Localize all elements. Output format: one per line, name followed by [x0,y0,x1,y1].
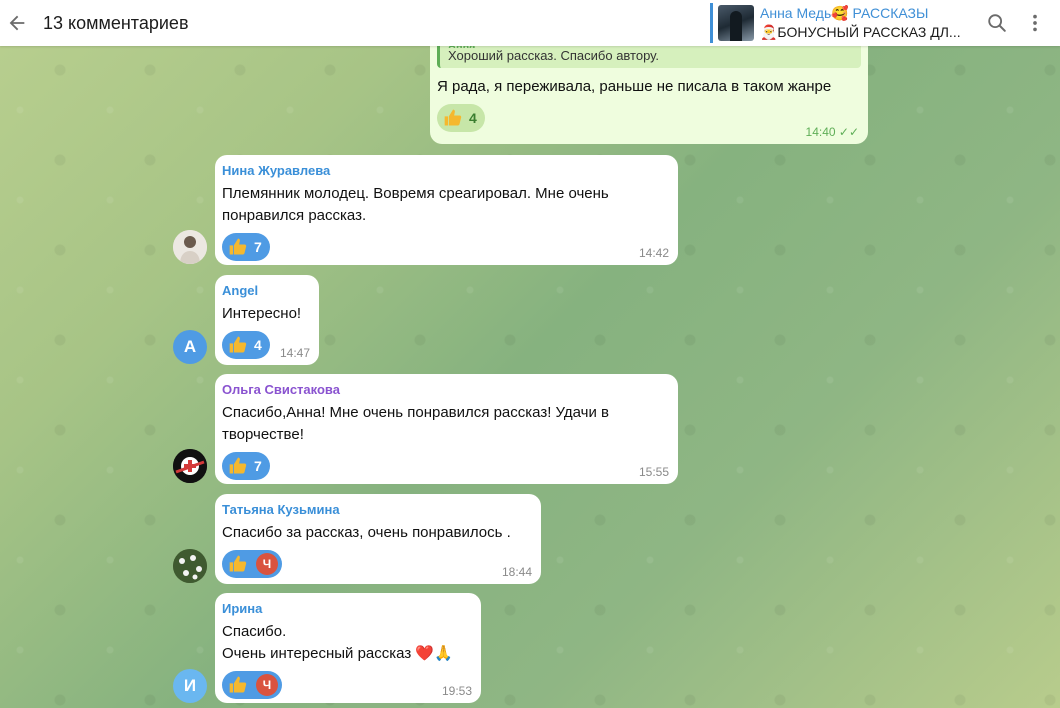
reply-text: Хороший рассказ. Спасибо автору. [448,48,659,63]
thumbs-up-icon [229,555,247,572]
reaction-thumbs-up[interactable]: 7 [222,233,270,261]
reaction-count: 7 [254,239,262,255]
message-time: 14:40 ✓✓ [806,125,859,139]
avatar-initial: И [183,676,197,695]
comment-bubble[interactable]: Ирина Спасибо. Очень интересный рассказ … [215,593,481,703]
pinned-channel-name: Анна Медь🥰 РАССКАЗЫ [760,5,929,21]
comment-time: 14:47 [279,346,310,360]
read-checkmark-icon: ✓✓ [838,125,859,139]
pinned-preview-text: 🎅БОНУСНЫЙ РАССКАЗ ДЛ... [760,24,960,40]
comment-author[interactable]: Ольга Свистакова [222,382,671,397]
time-label: 14:40 [805,125,836,139]
reactor-avatar-badge: Ч [256,553,278,575]
avatar-initial: A [183,337,197,356]
comment-text-line: Очень интересный рассказ ❤️🙏 [222,645,453,662]
comment-time: 19:53 [441,684,472,698]
message-text: Я рада, я переживала, раньше не писала в… [437,78,832,95]
user-photo-icon [173,230,207,264]
avatar[interactable]: И [173,669,207,703]
comment-text: Племянник молодец. Вовремя среагировал. … [222,185,609,224]
reaction-thumbs-up[interactable]: Ч [222,550,282,578]
comment-author[interactable]: Ирина [222,601,474,616]
back-button[interactable] [2,8,32,38]
own-message-bubble[interactable]: Анна Хороший рассказ. Спасибо автору. Я … [430,32,868,144]
avatar[interactable]: A [173,330,207,364]
more-menu-button[interactable] [1016,4,1054,42]
reactor-avatar-badge: Ч [256,674,278,696]
page-title: 13 комментариев [43,12,189,33]
comment-author[interactable]: Angel [222,283,312,298]
comment-author[interactable]: Нина Журавлева [222,163,671,178]
comment-author[interactable]: Татьяна Кузьмина [222,502,534,517]
reaction-count: 4 [469,110,477,126]
arrow-left-icon [9,15,25,31]
comment-text: Интересно! [222,305,302,322]
comment-bubble[interactable]: Татьяна Кузьмина Спасибо за рассказ, оче… [215,494,541,584]
thumbs-up-icon [229,336,247,353]
reaction-thumbs-up[interactable]: 4 [437,104,485,132]
comment-time: 18:44 [501,565,532,579]
reaction-thumbs-up[interactable]: 7 [222,452,270,480]
avatar[interactable] [173,549,207,583]
search-icon [988,14,1006,32]
comment-text-line: Спасибо. [222,623,287,640]
comment-bubble[interactable]: Ольга Свистакова Спасибо,Анна! Мне очень… [215,374,678,484]
top-bar: 13 комментариев Анна Медь🥰 РАССКАЗЫ 🎅БОН… [0,0,1060,46]
reaction-count: 7 [254,458,262,474]
reaction-thumbs-up[interactable]: 4 [222,331,270,359]
avatar[interactable] [173,449,207,483]
comment-text: Спасибо,Анна! Мне очень понравился расск… [222,404,609,443]
comment-time: 14:42 [638,246,669,260]
reaction-thumbs-up[interactable]: Ч [222,671,282,699]
user-photo-icon [173,449,207,483]
pinned-thumbnail [718,5,754,41]
thumbs-up-icon [229,676,247,693]
pinned-message[interactable]: Анна Медь🥰 РАССКАЗЫ 🎅БОНУСНЫЙ РАССКАЗ ДЛ… [710,3,960,43]
more-vertical-icon [1033,14,1037,32]
comment-bubble[interactable]: Нина Журавлева Племянник молодец. Воврем… [215,155,678,265]
thumbs-up-icon [229,457,247,474]
thumbs-up-icon [444,109,462,126]
search-button[interactable] [978,4,1016,42]
user-photo-icon [173,549,207,583]
comment-text: Спасибо за рассказ, очень понравилось . [222,524,511,541]
message-list[interactable]: Анна Хороший рассказ. Спасибо автору. Я … [0,32,1060,708]
thumbs-up-icon [229,238,247,255]
comment-time: 15:55 [638,465,669,479]
reaction-count: 4 [254,337,262,353]
comment-bubble[interactable]: Angel Интересно! 4 14:47 [215,275,319,365]
avatar[interactable] [173,230,207,264]
